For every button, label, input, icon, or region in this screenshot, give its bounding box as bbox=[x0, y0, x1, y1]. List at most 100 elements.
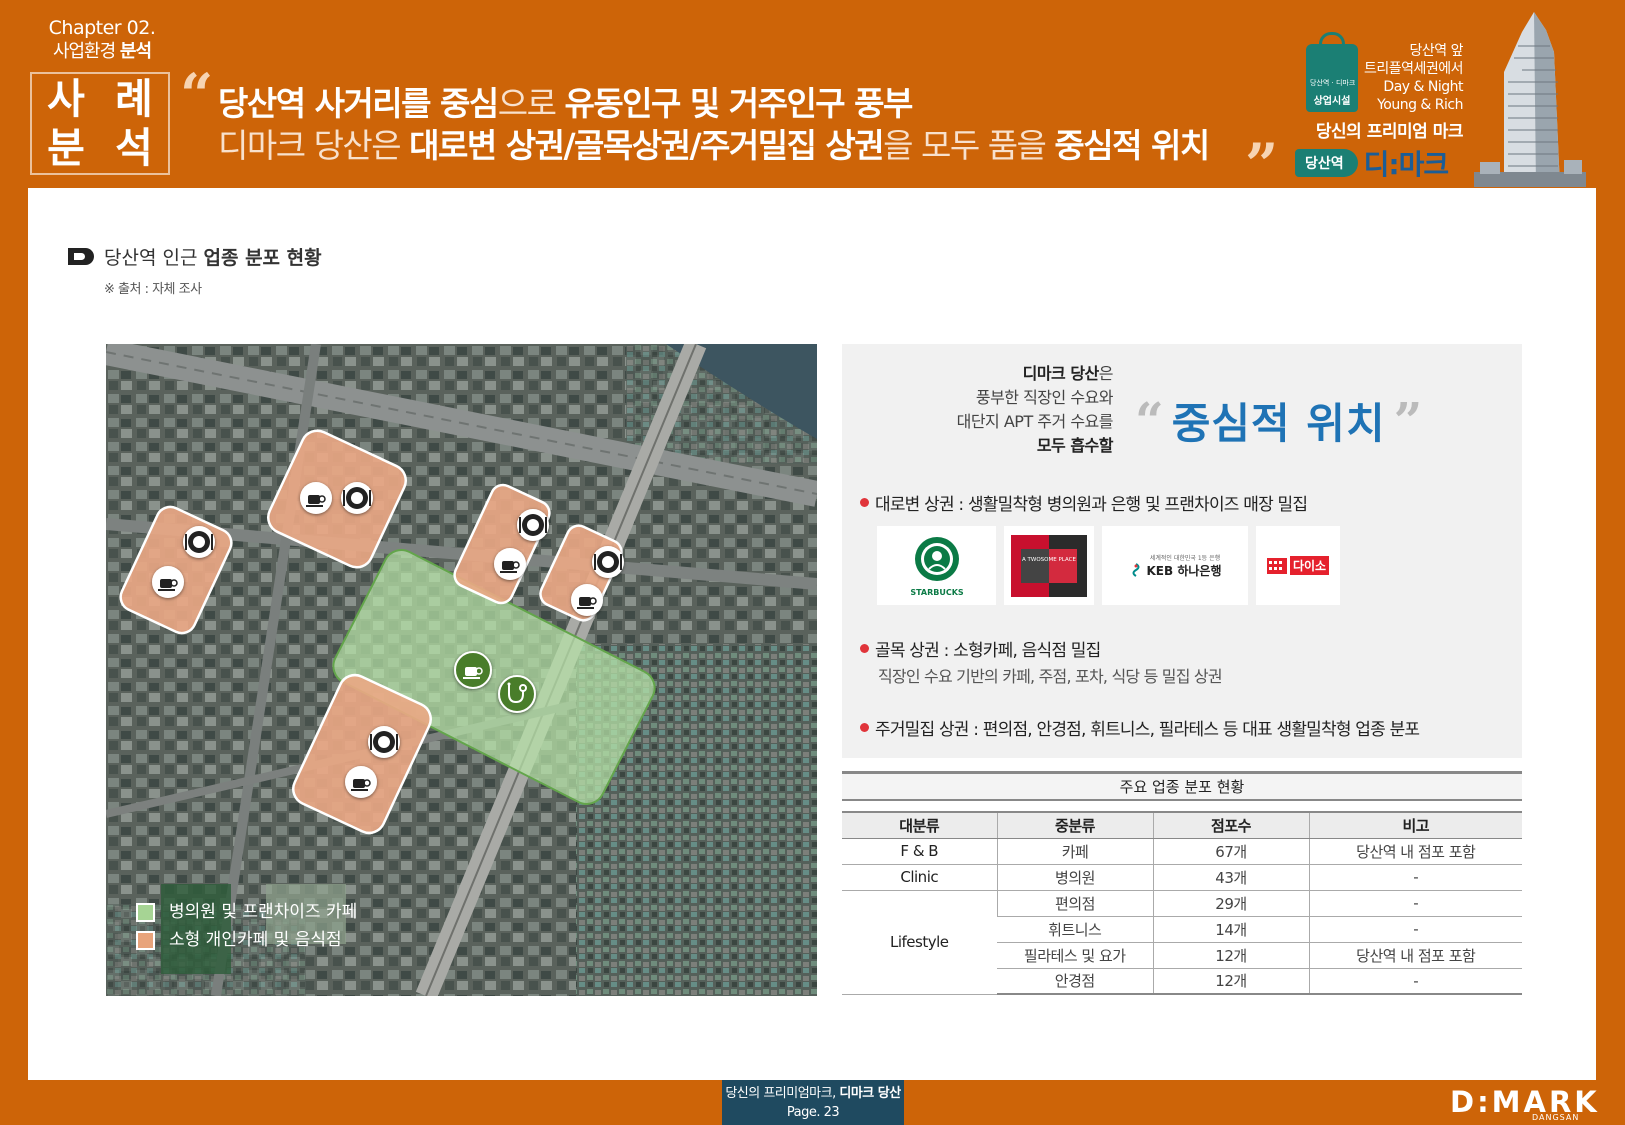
bullet-alley: 골목 상권 : 소형카페, 음식점 밀집 bbox=[860, 636, 1101, 661]
case-char: 례 bbox=[115, 74, 153, 123]
intro-line: 풍부한 직장인 수요와 bbox=[975, 388, 1114, 407]
cell-subcategory: 안경점 bbox=[997, 968, 1153, 995]
brand-line: 당산역 앞 bbox=[1409, 43, 1464, 59]
cell-note: - bbox=[1308, 864, 1522, 891]
brand-tagline: 당신의 프리미엄 마크 bbox=[1315, 122, 1464, 142]
cell-category: Lifestyle bbox=[842, 890, 997, 995]
legend-swatch-orange bbox=[136, 930, 155, 950]
cell-note: 당산역 내 점포 포함 bbox=[1308, 942, 1522, 969]
daiso-logo: 다이소 bbox=[1256, 526, 1340, 605]
headline-line2: 디마크 당산은 대로변 상권/골목상권/주거밀집 상권을 모두 품을 중심적 위… bbox=[218, 126, 1210, 166]
intro-text-part: 은 bbox=[1098, 364, 1114, 383]
shopping-bag-icon: 당산역 · 디마크 상업시설 bbox=[1306, 32, 1358, 112]
headline2-part: 중심적 위치 bbox=[1054, 126, 1210, 165]
case-char: 석 bbox=[115, 124, 153, 173]
brand-line: 트리플역세권에서 bbox=[1363, 61, 1464, 77]
source-note: ※ 출처 : 자체 조사 bbox=[104, 282, 202, 297]
legend-label: 소형 개인카페 및 음식점 bbox=[169, 930, 342, 950]
cafe-icon bbox=[494, 548, 526, 580]
legend-swatch-green bbox=[136, 902, 155, 922]
table-row: F & B 카페 67개 당산역 내 점포 포함 bbox=[842, 838, 1522, 865]
building-tower-image bbox=[1474, 12, 1586, 187]
table-row: Lifestyle 편의점 29개 - bbox=[842, 890, 1522, 995]
cell-subcategory: 편의점 bbox=[996, 890, 1153, 917]
dmark-logo-sub: DANGSAN bbox=[1532, 1113, 1580, 1122]
headline1-part: 으로 bbox=[497, 84, 557, 123]
keb-hana-logo: 세계적인 대한민국 1등 은행 KEB 하나은행 bbox=[1102, 526, 1248, 605]
satellite-map: 병의원 및 프랜차이즈 카페 소형 개인카페 및 음식점 bbox=[106, 344, 817, 996]
col-header: 중분류 bbox=[996, 811, 1153, 839]
cafe-icon bbox=[152, 566, 184, 598]
map-legend: 병의원 및 프랜차이즈 카페 소형 개인카페 및 음식점 bbox=[136, 898, 357, 954]
brand-logo: 당산역 디:마크 bbox=[1295, 148, 1463, 181]
cell-count: 67개 bbox=[1152, 838, 1309, 865]
cell-note: - bbox=[1308, 968, 1522, 995]
cell-count: 12개 bbox=[1152, 968, 1309, 995]
chapter-title: 사업환경 분석 bbox=[37, 40, 167, 64]
footer-page-box: 당신의 프리미엄마크, 디마크 당산 Page. 23 bbox=[722, 1080, 904, 1125]
cell-count: 29개 bbox=[1152, 890, 1309, 917]
col-header: 비고 bbox=[1308, 811, 1522, 839]
cell-count: 12개 bbox=[1152, 942, 1309, 969]
col-header: 대분류 bbox=[842, 811, 997, 839]
bullet-dot-icon bbox=[860, 644, 869, 653]
table-title: 주요 업종 분포 현황 bbox=[842, 771, 1522, 801]
cell-note: - bbox=[1308, 890, 1522, 917]
bullet-subtext: 직장인 수요 기반의 카페, 주점, 포차, 식당 등 밀집 상권 bbox=[878, 667, 1223, 686]
bullet-residential: 주거밀집 상권 : 편의점, 안경점, 휘트니스, 필라테스 등 대표 생활밀착… bbox=[860, 715, 1420, 740]
restaurant-icon bbox=[341, 482, 373, 514]
table-row: Clinic 병의원 43개 - bbox=[842, 864, 1522, 891]
open-quote-icon: “ bbox=[1135, 390, 1164, 450]
cell-note: 당산역 내 점포 포함 bbox=[1308, 838, 1522, 865]
brand-pill: 당산역 bbox=[1295, 149, 1358, 177]
brand-name: 디:마크 bbox=[1363, 148, 1449, 181]
cell-count: 43개 bbox=[1152, 864, 1309, 891]
close-quote-icon: ” bbox=[1393, 390, 1423, 450]
bullet-main-road: 대로변 상권 : 생활밀착형 병의원과 은행 및 프랜차이즈 매장 밀집 bbox=[860, 490, 1308, 515]
restaurant-icon bbox=[592, 546, 624, 578]
cafe-icon bbox=[300, 482, 332, 514]
bag-label: 상업시설 bbox=[1313, 96, 1351, 107]
footer-bold: 디마크 당산 bbox=[839, 1086, 901, 1101]
headline-line1: 당산역 사거리를 중심으로 유동인구 및 거주인구 풍부 bbox=[218, 84, 913, 124]
chapter-label: Chapter 02. 사업환경 분석 bbox=[37, 16, 167, 64]
section-title: 당산역 인근 업종 분포 현황 bbox=[68, 243, 322, 270]
page-number: Page. 23 bbox=[786, 1105, 840, 1120]
keb-text: KEB 하나은행 bbox=[1146, 563, 1222, 578]
table-header-row: 대분류 중분류 점포수 비고 bbox=[842, 811, 1522, 839]
focus-text: 중심적 위치 bbox=[1171, 399, 1386, 448]
cafe-icon bbox=[345, 766, 377, 798]
section-title-bold: 업종 분포 현황 bbox=[203, 247, 322, 269]
case-char: 사 bbox=[47, 74, 85, 123]
headline1-part: 당산역 사거리를 중심 bbox=[218, 84, 499, 123]
open-quote-icon: “ bbox=[180, 61, 214, 129]
headline2-part: 대로변 상권/골목상권/주거밀집 상권 bbox=[409, 126, 884, 165]
col-header: 점포수 bbox=[1152, 811, 1309, 839]
cell-category: Clinic bbox=[842, 864, 997, 891]
brand-line: Day & Night bbox=[1383, 79, 1463, 95]
case-analysis-box: 사 례 분 석 bbox=[30, 72, 170, 175]
bag-label-top: 당산역 · 디마크 bbox=[1310, 79, 1356, 87]
cell-count: 14개 bbox=[1152, 916, 1309, 943]
footer-text: 당신의 프리미엄마크, bbox=[725, 1086, 836, 1101]
headline2-part: 을 모두 품을 bbox=[883, 126, 1047, 165]
legend-item: 소형 개인카페 및 음식점 bbox=[136, 926, 357, 954]
stethoscope-icon bbox=[498, 675, 536, 713]
cafe-icon bbox=[571, 584, 603, 616]
legend-item: 병의원 및 프랜차이즈 카페 bbox=[136, 898, 357, 926]
cell-subcategory: 휘트니스 bbox=[997, 916, 1153, 943]
chapter-title-thin: 사업환경 bbox=[52, 41, 116, 62]
starbucks-logo: STARBUCKS bbox=[877, 526, 996, 605]
restaurant-icon bbox=[368, 726, 400, 758]
twosome-text: A TWOSOME PLACE bbox=[1022, 557, 1076, 563]
cell-subcategory: 카페 bbox=[996, 838, 1153, 865]
bullet-dot-icon bbox=[860, 498, 869, 507]
intro-bold: 모두 흡수할 bbox=[1036, 436, 1114, 455]
bullet-text: 골목 상권 : 소형카페, 음식점 밀집 bbox=[875, 641, 1101, 661]
chapter-number: Chapter 02. bbox=[48, 17, 156, 39]
daiso-text: 다이소 bbox=[1289, 556, 1330, 575]
cell-category: F & B bbox=[842, 838, 997, 865]
starbucks-text: STARBUCKS bbox=[910, 588, 964, 597]
keb-small-text: 세계적인 대한민국 1등 은행 bbox=[1149, 554, 1221, 562]
intro-text: 디마크 당산은 풍부한 직장인 수요와 대단지 APT 주거 수요를 모두 흡수… bbox=[870, 362, 1114, 458]
